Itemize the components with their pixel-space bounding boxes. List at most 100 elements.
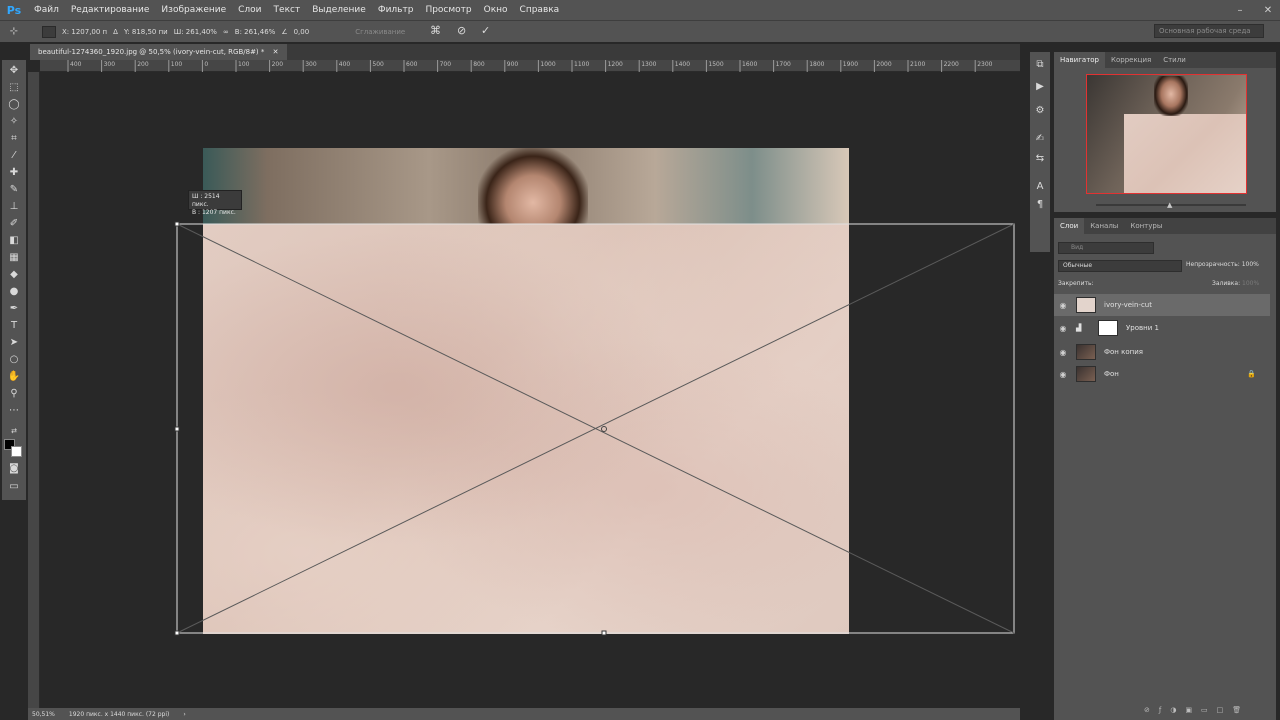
lasso-icon[interactable]: ◯	[6, 98, 22, 112]
brush-settings-icon[interactable]: ✍	[1032, 132, 1048, 146]
layers-footer-icons[interactable]: ⊘ƒ◑▣▭□🗑	[1144, 706, 1250, 714]
height-field[interactable]: В: 261,46%	[235, 28, 276, 36]
menu-layers[interactable]: Слои	[232, 5, 267, 15]
angle-icon: ∠	[281, 27, 288, 36]
layer-row[interactable]: ◉ ivory-vein-cut	[1054, 294, 1270, 316]
zoom-level[interactable]: 50,51%	[32, 711, 55, 718]
lock-icon: 🔒	[1247, 370, 1256, 378]
visibility-eye-icon[interactable]: ◉	[1054, 324, 1072, 333]
menu-image[interactable]: Изображение	[155, 5, 232, 15]
menu-window[interactable]: Окно	[478, 5, 514, 15]
marquee-icon[interactable]: ⬚	[6, 81, 22, 95]
clone-source-icon[interactable]: ⇆	[1032, 152, 1048, 166]
shape-icon[interactable]: ○	[6, 353, 22, 367]
document-tab-bar: beautiful-1274360_1920.jpg @ 50,5% (ivor…	[30, 44, 1020, 60]
hand-icon[interactable]: ✋	[6, 370, 22, 384]
navigator-slider-handle[interactable]: ▲	[1167, 201, 1172, 209]
visibility-eye-icon[interactable]: ◉	[1054, 370, 1072, 379]
more-tools-icon[interactable]: ⋯	[6, 404, 22, 418]
dodge-icon[interactable]: ●	[6, 285, 22, 299]
fill-control[interactable]: Заливка: 100%	[1212, 280, 1259, 287]
menu-bar: Ps Файл Редактирование Изображение Слои …	[0, 0, 1280, 20]
history-brush-icon[interactable]: ✐	[6, 217, 22, 231]
delta-icon: Δ	[113, 27, 118, 36]
tab-navigator[interactable]: Навигатор	[1054, 52, 1105, 68]
move-icon[interactable]: ✥	[6, 64, 22, 78]
collapsed-panels-strip: ⧉ ▶ ⚙ ✍ ⇆ A ¶	[1030, 52, 1050, 252]
magic-wand-icon[interactable]: ✧	[6, 115, 22, 129]
visibility-eye-icon[interactable]: ◉	[1054, 348, 1072, 357]
menu-select[interactable]: Выделение	[306, 5, 372, 15]
minimize-icon[interactable]: –	[1230, 0, 1250, 20]
ruler-label: 2000	[876, 61, 892, 68]
layer-thumbnail	[1076, 366, 1096, 382]
zoom-icon[interactable]: ⚲	[6, 387, 22, 401]
move-tool-preset-icon[interactable]: ⊹	[0, 26, 28, 37]
close-tab-icon[interactable]: ✕	[273, 48, 279, 56]
menu-file[interactable]: Файл	[28, 5, 65, 15]
options-bar: ⊹ X: 1207,00 п Δ Y: 818,50 пи Ш: 261,40%…	[0, 20, 1280, 42]
y-field[interactable]: Y: 818,50 пи	[124, 28, 168, 36]
opacity-control[interactable]: Непрозрачность: 100%	[1186, 261, 1259, 268]
tab-styles[interactable]: Стили	[1157, 52, 1192, 68]
fill-value[interactable]: 100%	[1242, 280, 1259, 287]
tab-layers[interactable]: Слои	[1054, 218, 1085, 234]
character-icon[interactable]: A	[1032, 180, 1048, 194]
workspace-select[interactable]: Основная рабочая среда	[1154, 24, 1264, 38]
reference-point-icon[interactable]	[42, 25, 56, 38]
tab-paths[interactable]: Контуры	[1124, 218, 1168, 234]
tab-adjustments[interactable]: Коррекция	[1105, 52, 1157, 68]
visibility-eye-icon[interactable]: ◉	[1054, 301, 1072, 310]
ruler-label: 1300	[641, 61, 657, 68]
width-field[interactable]: Ш: 261,40%	[174, 28, 217, 36]
status-menu-icon[interactable]: ›	[183, 711, 185, 718]
warp-icon[interactable]: ⌘	[430, 24, 441, 37]
stamp-icon[interactable]: ⊥	[6, 200, 22, 214]
eyedropper-icon[interactable]: ⁄	[6, 149, 22, 163]
layer-row[interactable]: ◉ Фон 🔒	[1054, 363, 1270, 385]
angle-field[interactable]: 0,00	[294, 28, 310, 36]
background-color-swatch[interactable]	[11, 446, 22, 457]
ps-logo: Ps	[6, 3, 22, 17]
navigator-view-box[interactable]	[1086, 74, 1247, 194]
path-select-icon[interactable]: ➤	[6, 336, 22, 350]
eraser-icon[interactable]: ◧	[6, 234, 22, 248]
close-icon[interactable]: ✕	[1258, 0, 1278, 20]
woman-head	[478, 148, 588, 226]
menu-filter[interactable]: Фильтр	[372, 5, 420, 15]
cancel-transform-icon[interactable]: ⊘	[457, 24, 466, 37]
ruler-label: 400	[338, 61, 351, 68]
blur-icon[interactable]: ◆	[6, 268, 22, 282]
tab-channels[interactable]: Каналы	[1084, 218, 1124, 234]
menu-view[interactable]: Просмотр	[419, 5, 477, 15]
gradient-icon[interactable]: ▦	[6, 251, 22, 265]
navigator-tabs: Навигатор Коррекция Стили	[1054, 52, 1276, 68]
layer-row[interactable]: ◉ ▟ Уровни 1	[1054, 317, 1270, 339]
swap-colors-icon[interactable]: ⇄	[6, 424, 22, 438]
play-icon[interactable]: ▶	[1032, 80, 1048, 94]
menu-type[interactable]: Текст	[268, 5, 307, 15]
ruler-label: 600	[406, 61, 418, 68]
commit-transform-icon[interactable]: ✓	[481, 24, 490, 37]
type-icon[interactable]: T	[6, 319, 22, 333]
menu-edit[interactable]: Редактирование	[65, 5, 156, 15]
paragraph-icon[interactable]: ¶	[1032, 198, 1048, 212]
blend-mode-select[interactable]: Обычные	[1058, 260, 1182, 272]
screen-mode-icon[interactable]: ▭	[6, 480, 22, 494]
link-icon[interactable]: ∞	[223, 28, 229, 36]
healing-icon[interactable]: ✚	[6, 166, 22, 180]
x-field[interactable]: X: 1207,00 п	[62, 28, 107, 36]
brush-icon[interactable]: ✎	[6, 183, 22, 197]
quick-mask-icon[interactable]: ◙	[6, 462, 22, 476]
properties-icon[interactable]: ⚙	[1032, 104, 1048, 118]
pen-icon[interactable]: ✒	[6, 302, 22, 316]
layer-filter-search[interactable]: Вид	[1058, 242, 1154, 254]
interpolation-select[interactable]: Сглаживание	[355, 28, 405, 36]
layer-row[interactable]: ◉ Фон копия	[1054, 341, 1270, 363]
navigator-thumbnail[interactable]	[1086, 74, 1247, 194]
menu-help[interactable]: Справка	[514, 5, 566, 15]
crop-icon[interactable]: ⌗	[6, 132, 22, 146]
opacity-value[interactable]: 100%	[1242, 261, 1259, 268]
document-tab[interactable]: beautiful-1274360_1920.jpg @ 50,5% (ivor…	[30, 44, 287, 60]
history-icon[interactable]: ⧉	[1032, 58, 1048, 72]
